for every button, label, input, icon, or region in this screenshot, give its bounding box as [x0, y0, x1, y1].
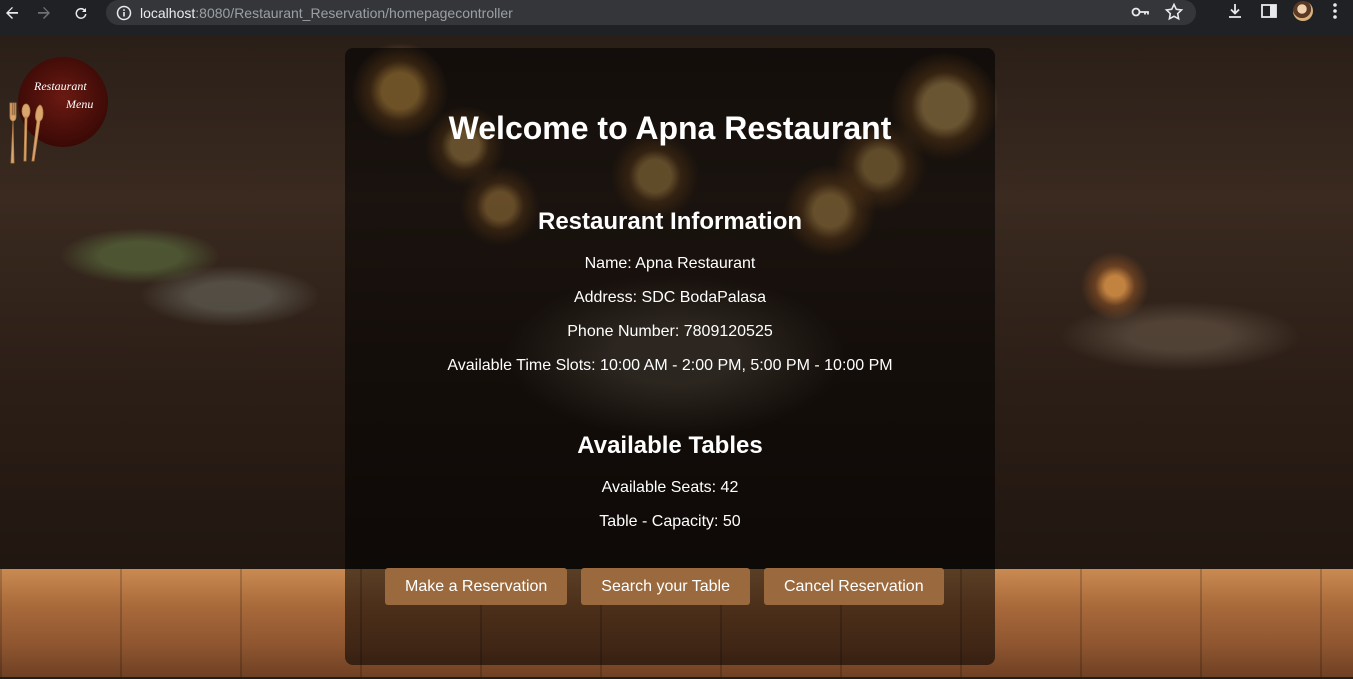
site-info-icon[interactable]	[116, 5, 132, 21]
page-viewport: Restaurant Menu Welcome to Apna Restaura…	[0, 36, 1353, 679]
download-icon[interactable]	[1225, 1, 1245, 21]
available-seats: Available Seats: 42	[601, 479, 739, 496]
restaurant-name: Name: Apna Restaurant	[584, 255, 756, 272]
table-capacity: Table - Capacity: 50	[599, 513, 741, 530]
page-title: Welcome to Apna Restaurant	[448, 110, 892, 146]
toolbar-actions	[1225, 1, 1343, 21]
reload-icon	[75, 7, 87, 19]
reload-button[interactable]	[69, 1, 93, 25]
url-host: localhost	[140, 4, 196, 21]
forward-arrow-icon	[38, 6, 50, 19]
url-text: localhost:8080/Restaurant_Reservation/ho…	[140, 5, 513, 21]
browser-toolbar: localhost:8080/Restaurant_Reservation/ho…	[0, 0, 1353, 25]
restaurant-info-card: Welcome to Apna Restaurant Restaurant In…	[345, 48, 995, 665]
restaurant-menu-logo: Restaurant Menu	[9, 57, 108, 164]
cancel-reservation-button[interactable]: Cancel Reservation	[763, 568, 944, 605]
address-bar[interactable]: localhost:8080/Restaurant_Reservation/ho…	[106, 0, 1196, 25]
restaurant-phone: Phone Number: 7809120525	[567, 323, 773, 340]
logo-text-line2: Menu	[66, 97, 94, 111]
back-button[interactable]	[0, 1, 24, 25]
profile-avatar[interactable]	[1293, 1, 1313, 21]
restaurant-info-heading: Restaurant Information	[537, 208, 803, 235]
available-tables-heading: Available Tables	[577, 432, 763, 459]
omnibox-actions	[1130, 2, 1184, 22]
back-arrow-icon	[6, 6, 18, 19]
url-path: :8080/Restaurant_Reservation/homepagecon…	[195, 4, 513, 21]
key-icon[interactable]	[1130, 2, 1150, 22]
cutlery-icon	[9, 102, 44, 164]
search-table-button[interactable]: Search your Table	[581, 568, 750, 605]
logo-text-line1: Restaurant	[34, 79, 87, 93]
menu-dots-icon[interactable]	[1327, 1, 1343, 21]
forward-button[interactable]	[32, 1, 56, 25]
star-icon[interactable]	[1164, 2, 1184, 22]
restaurant-time-slots: Available Time Slots: 10:00 AM - 2:00 PM…	[447, 357, 893, 374]
side-panel-icon[interactable]	[1259, 1, 1279, 21]
make-reservation-button[interactable]: Make a Reservation	[385, 568, 568, 605]
action-buttons: Make a Reservation Search your Table Can…	[385, 568, 944, 605]
restaurant-address: Address: SDC BodaPalasa	[573, 289, 767, 306]
